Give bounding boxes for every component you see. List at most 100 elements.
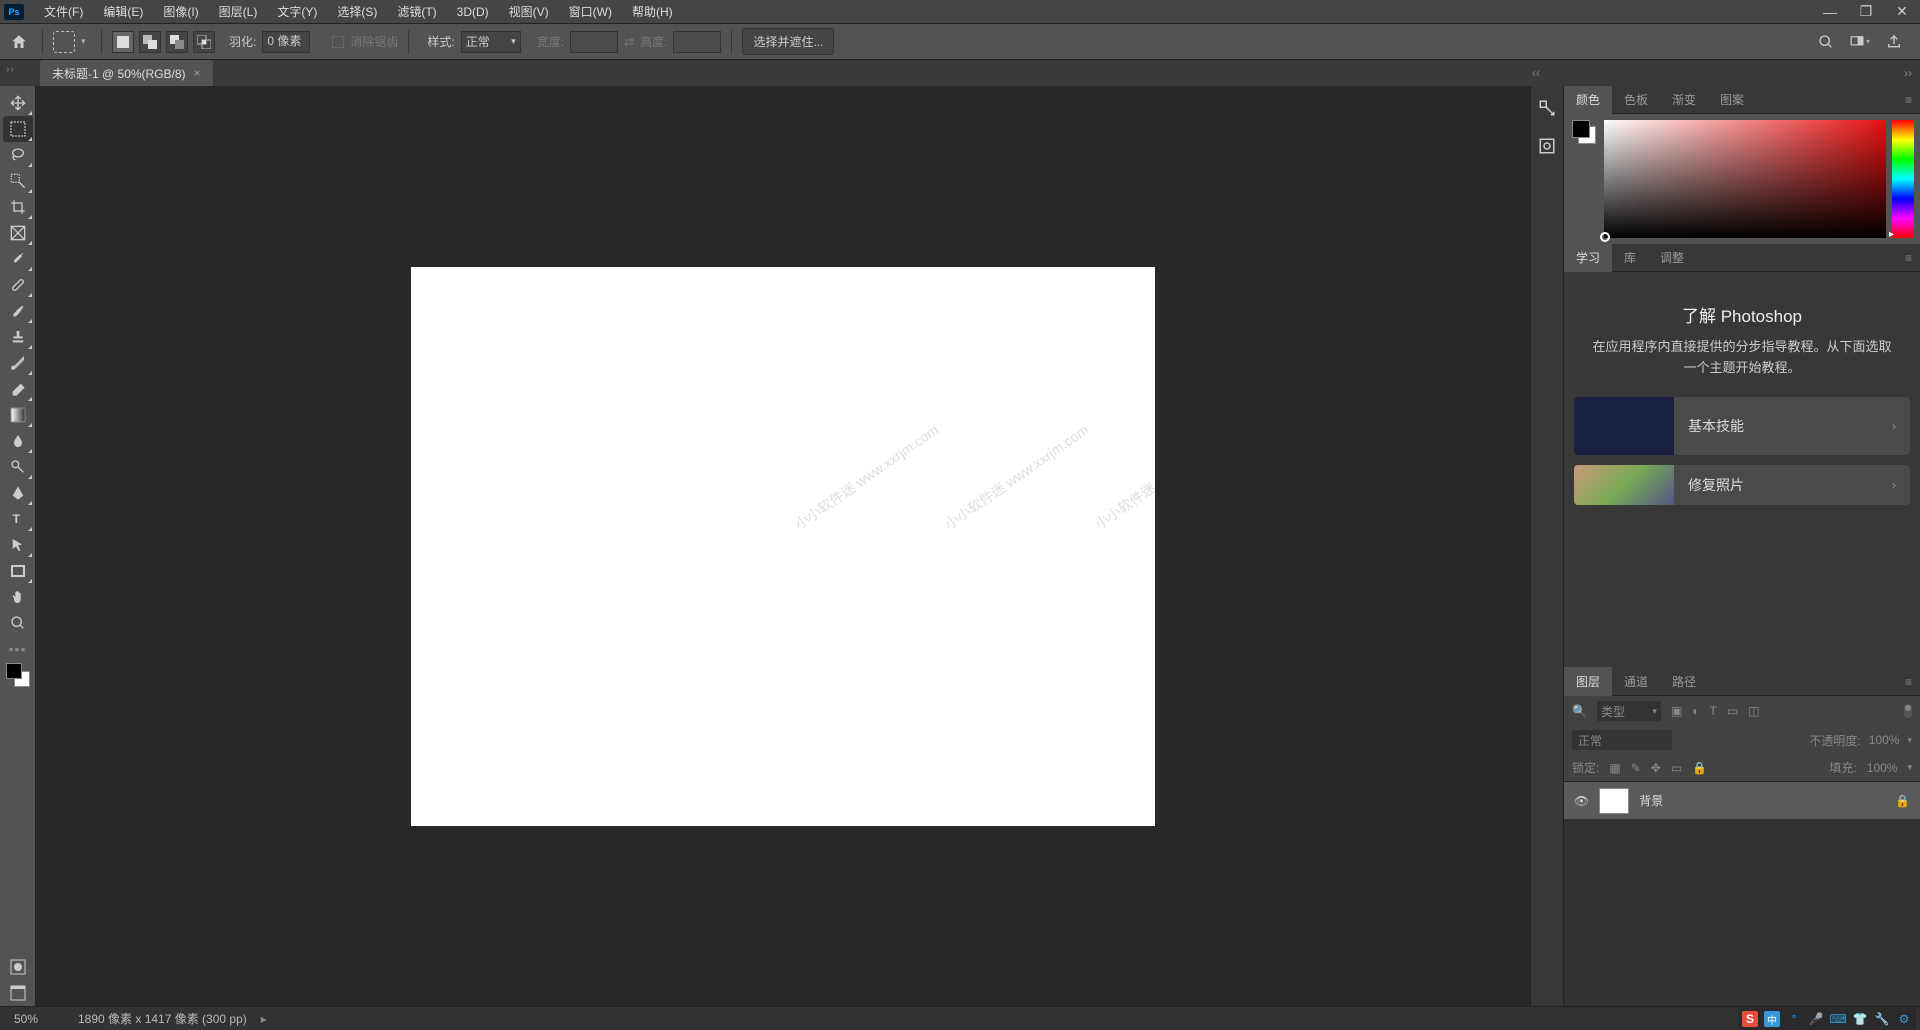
dodge-tool[interactable] — [3, 454, 33, 480]
search-icon[interactable]: 🔍 — [1572, 704, 1587, 718]
selection-add[interactable] — [139, 31, 161, 53]
properties-panel-icon[interactable] — [1535, 134, 1559, 158]
tray-sogou-icon[interactable]: S — [1742, 1011, 1758, 1027]
tab-learn[interactable]: 学习 — [1564, 243, 1612, 272]
feather-input[interactable]: 0 像素 — [262, 31, 310, 53]
color-swatch[interactable] — [3, 662, 33, 688]
tab-library[interactable]: 库 — [1612, 243, 1648, 272]
selection-intersect[interactable] — [193, 31, 215, 53]
filter-smart-icon[interactable]: ◫ — [1748, 704, 1759, 718]
workspace-icon[interactable]: ▾ — [1850, 32, 1870, 52]
tab-channels[interactable]: 通道 — [1612, 667, 1660, 696]
lock-artboard-icon[interactable]: ▭ — [1671, 761, 1682, 775]
selection-subtract[interactable] — [166, 31, 188, 53]
filter-type-icon[interactable]: T — [1710, 704, 1717, 718]
select-and-mask-button[interactable]: 选择并遮住... — [742, 28, 834, 55]
menu-type[interactable]: 文字(Y) — [267, 0, 327, 24]
fill-value[interactable]: 100% — [1867, 761, 1898, 775]
menu-view[interactable]: 视图(V) — [499, 0, 559, 24]
share-icon[interactable] — [1884, 32, 1904, 52]
search-icon[interactable] — [1816, 32, 1836, 52]
filter-kind-dropdown[interactable]: 类型▾ — [1597, 701, 1661, 721]
panel-grip-icon[interactable]: ‹‹ — [1532, 66, 1540, 80]
filter-adjust-icon[interactable]: ◐ — [1692, 704, 1699, 718]
visibility-toggle[interactable]: 👁 — [1574, 794, 1589, 808]
lock-transparency-icon[interactable]: ▦ — [1609, 761, 1620, 775]
style-dropdown[interactable]: 正常▾ — [461, 31, 521, 53]
screen-mode-tool[interactable] — [3, 980, 33, 1006]
menu-window[interactable]: 窗口(W) — [559, 0, 622, 24]
menu-select[interactable]: 选择(S) — [327, 0, 387, 24]
blend-mode-dropdown[interactable]: 正常 — [1572, 730, 1672, 750]
zoom-tool[interactable] — [3, 610, 33, 636]
home-button[interactable] — [6, 29, 32, 55]
frame-tool[interactable] — [3, 220, 33, 246]
canvas-area[interactable]: 小小软件迷 www.xxrjm.com 小小软件迷 www.xxrjm.com … — [36, 86, 1530, 1006]
path-select-tool[interactable] — [3, 532, 33, 558]
tab-swatches[interactable]: 色板 — [1612, 85, 1660, 114]
move-tool[interactable] — [3, 90, 33, 116]
tab-paths[interactable]: 路径 — [1660, 667, 1708, 696]
menu-layer[interactable]: 图层(L) — [209, 0, 268, 24]
panel-menu-icon[interactable]: ≡ — [1897, 93, 1920, 107]
history-panel-icon[interactable] — [1535, 96, 1559, 120]
brush-tool[interactable] — [3, 298, 33, 324]
tab-patterns[interactable]: 图案 — [1708, 85, 1756, 114]
lasso-tool[interactable] — [3, 142, 33, 168]
tray-skin-icon[interactable]: 👕 — [1852, 1011, 1868, 1027]
lock-all-icon[interactable]: 🔒 — [1692, 761, 1707, 775]
fg-color[interactable] — [6, 663, 22, 679]
shape-tool[interactable] — [3, 558, 33, 584]
tray-ime-icon[interactable]: 中 — [1764, 1011, 1780, 1027]
tab-grip-icon[interactable]: ›› — [6, 64, 15, 75]
zoom-level[interactable]: 50% — [14, 1012, 64, 1026]
canvas[interactable]: 小小软件迷 www.xxrjm.com 小小软件迷 www.xxrjm.com … — [411, 267, 1155, 826]
tray-emoji-icon[interactable]: ° — [1786, 1011, 1802, 1027]
tab-color[interactable]: 颜色 — [1564, 85, 1612, 114]
type-tool[interactable]: T — [3, 506, 33, 532]
current-tool-icon[interactable] — [53, 31, 75, 53]
document-tab[interactable]: 未标题-1 @ 50%(RGB/8) × — [40, 60, 213, 86]
filter-pixel-icon[interactable]: ▣ — [1671, 704, 1682, 718]
color-swatch-mini[interactable] — [1570, 120, 1598, 238]
tab-layers[interactable]: 图层 — [1564, 667, 1612, 696]
hand-tool[interactable] — [3, 584, 33, 610]
tab-adjust[interactable]: 调整 — [1648, 243, 1696, 272]
menu-help[interactable]: 帮助(H) — [622, 0, 683, 24]
document-info[interactable]: 1890 像素 x 1417 像素 (300 pp) — [78, 1010, 247, 1027]
minimize-button[interactable]: — — [1812, 0, 1848, 24]
close-button[interactable]: ✕ — [1884, 0, 1920, 24]
menu-file[interactable]: 文件(F) — [34, 0, 93, 24]
menu-edit[interactable]: 编辑(E) — [93, 0, 153, 24]
selection-new[interactable] — [112, 31, 134, 53]
pen-tool[interactable] — [3, 480, 33, 506]
opacity-value[interactable]: 100% — [1869, 733, 1900, 747]
filter-toggle[interactable] — [1904, 704, 1912, 718]
panel-menu-icon[interactable]: ≡ — [1897, 675, 1920, 689]
menu-3d[interactable]: 3D(D) — [447, 1, 499, 23]
hue-slider[interactable]: ▸ — [1892, 120, 1914, 238]
tray-keyboard-icon[interactable]: ⌨ — [1830, 1011, 1846, 1027]
maximize-button[interactable]: ❐ — [1848, 0, 1884, 24]
crop-tool[interactable] — [3, 194, 33, 220]
saturation-box[interactable] — [1604, 120, 1886, 238]
layer-row[interactable]: 👁 背景 🔒 — [1564, 782, 1920, 820]
panel-menu-icon[interactable]: ≡ — [1897, 251, 1920, 265]
layer-name[interactable]: 背景 — [1639, 792, 1663, 809]
panel-grip-icon[interactable]: ›› — [1904, 66, 1912, 80]
eyedropper-tool[interactable] — [3, 246, 33, 272]
tool-preset-dropdown[interactable]: ▾ — [81, 36, 91, 47]
status-menu-icon[interactable]: ▸ — [261, 1012, 267, 1026]
marquee-tool[interactable] — [3, 116, 33, 142]
color-picker-cursor[interactable] — [1600, 232, 1610, 242]
quick-mask-tool[interactable] — [3, 954, 33, 980]
healing-tool[interactable] — [3, 272, 33, 298]
tab-gradients[interactable]: 渐变 — [1660, 85, 1708, 114]
blur-tool[interactable] — [3, 428, 33, 454]
learn-card-basics[interactable]: 基本技能 › — [1574, 397, 1910, 455]
lock-position-icon[interactable]: ✥ — [1651, 761, 1661, 775]
quick-select-tool[interactable] — [3, 168, 33, 194]
learn-card-retouch[interactable]: 修复照片 › — [1574, 465, 1910, 505]
tray-tool-icon[interactable]: 🔧 — [1874, 1011, 1890, 1027]
layers-empty-area[interactable] — [1564, 820, 1920, 1006]
